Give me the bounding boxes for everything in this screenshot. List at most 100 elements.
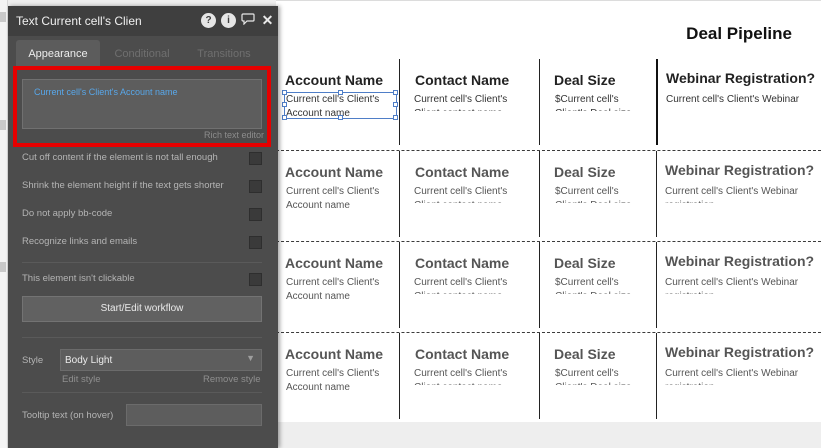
cell-text[interactable]: Current cell's Client's Webinar registra… [666,93,816,107]
resize-handle[interactable] [338,115,343,120]
column-header: Deal Size [554,255,616,271]
option-clickable-checkbox[interactable] [249,273,262,286]
style-value: Body Light [65,355,113,366]
editor-left-strip [0,0,8,448]
option-shrink-checkbox[interactable] [249,180,262,193]
cell-contact[interactable]: Contact Name Current cell's Client's Cli… [399,242,539,328]
resize-handle[interactable] [393,115,398,120]
cell-text[interactable]: Current cell's Client's Client contact n… [414,276,524,294]
cell-text[interactable]: Current cell's Client's Webinar registra… [665,367,815,385]
cell-account[interactable]: Account Name Current cell's Client's Acc… [276,242,399,328]
cell-webinar[interactable]: Webinar Registration? Current cell's Cli… [656,59,821,145]
cell-text[interactable]: Current cell's Client's Client contact n… [414,367,524,385]
tab-conditional[interactable]: Conditional [106,40,178,68]
column-header: Account Name [285,164,384,180]
cell-deal-size[interactable]: Deal Size $Current cell's Client's Deal … [539,151,656,237]
option-shrink-label: Shrink the element height if the text ge… [22,180,224,191]
tab-transitions[interactable]: Transitions [184,40,264,68]
cell-text[interactable]: Current cell's Client's Webinar registra… [665,185,815,203]
cell-webinar[interactable]: Webinar Registration? Current cell's Cli… [656,242,821,328]
column-header: Webinar Registration? [666,70,816,86]
cell-text[interactable]: Current cell's Client's Account name [286,276,396,304]
resize-handle[interactable] [393,90,398,95]
column-header: Deal Size [554,346,616,362]
column-header: Webinar Registration? [665,344,815,360]
repeating-group-row[interactable]: Account Name Current cell's Client's Acc… [276,59,821,149]
resize-handle[interactable] [393,102,398,107]
resize-handle[interactable] [338,90,343,95]
cell-contact[interactable]: Contact Name Current cell's Client's Cli… [399,59,539,145]
cell-text[interactable]: Current cell's Client's Account name [286,367,396,395]
editor-canvas: Deal Pipeline Account Name Current cell'… [276,0,821,448]
tooltip-input[interactable] [126,404,262,426]
repeating-group-row[interactable]: Account Name Current cell's Client's Acc… [276,332,821,422]
cell-text[interactable]: $Current cell's Client's Deal size [555,367,639,385]
column-header: Account Name [285,255,384,271]
style-dropdown[interactable]: Body Light ▼ [60,349,262,371]
close-icon[interactable]: ✕ [260,13,275,28]
property-editor-panel: Text Current cell's Clien ? i ✕ Appearan… [8,6,278,448]
divider [22,392,262,393]
help-icon[interactable]: ? [201,13,216,28]
divider [22,337,262,338]
start-edit-workflow-button[interactable]: Start/Edit workflow [22,296,262,322]
column-header: Webinar Registration? [665,162,815,178]
column-header: Deal Size [554,164,616,180]
panel-tabs: Appearance Conditional Transitions [8,40,278,68]
edit-style-link[interactable]: Edit style [62,374,101,385]
column-header: Contact Name [415,346,510,362]
cell-text[interactable]: Current cell's Client's Client contact n… [414,93,524,111]
comment-icon[interactable] [240,13,255,28]
cell-text[interactable]: Current cell's Client's Client contact n… [414,185,524,203]
cell-text[interactable]: Current cell's Client's Account name [286,185,396,213]
option-links-label: Recognize links and emails [22,236,138,247]
cell-deal-size[interactable]: Deal Size $Current cell's Client's Deal … [539,59,656,145]
cell-webinar[interactable]: Webinar Registration? Current cell's Cli… [656,333,821,419]
remove-style-link[interactable]: Remove style [203,374,261,385]
column-header: Deal Size [554,72,616,88]
option-clickable-label: This element isn't clickable [22,273,135,284]
tooltip-label: Tooltip text (on hover) [22,410,114,421]
option-cut-off-label: Cut off content if the element is not ta… [22,152,218,163]
repeating-group-row[interactable]: Account Name Current cell's Client's Acc… [276,150,821,240]
cell-account[interactable]: Account Name Current cell's Client's Acc… [276,333,399,419]
column-header: Contact Name [415,164,510,180]
cell-contact[interactable]: Contact Name Current cell's Client's Cli… [399,333,539,419]
cell-text[interactable]: $Current cell's Client's Deal size [555,276,639,294]
resize-handle[interactable] [282,115,287,120]
cell-text[interactable]: $Current cell's Client's Deal size [555,185,639,203]
cell-deal-size[interactable]: Deal Size $Current cell's Client's Deal … [539,333,656,419]
highlight-annotation [13,66,271,147]
style-label: Style [22,355,44,366]
option-cut-off-checkbox[interactable] [249,152,262,165]
cell-account[interactable]: Account Name Current cell's Client's Acc… [276,59,399,145]
option-bbcode-label: Do not apply bb-code [22,208,113,219]
resize-handle[interactable] [282,102,287,107]
panel-header[interactable]: Text Current cell's Clien ? i ✕ [8,6,278,36]
cell-webinar[interactable]: Webinar Registration? Current cell's Cli… [656,151,821,237]
column-header: Contact Name [415,255,510,271]
cell-contact[interactable]: Contact Name Current cell's Client's Cli… [399,151,539,237]
cell-account[interactable]: Account Name Current cell's Client's Acc… [276,151,399,237]
info-icon[interactable]: i [221,13,236,28]
cell-text[interactable]: $Current cell's Client's Deal size [555,93,639,111]
column-header: Account Name [285,72,384,88]
divider [22,262,262,263]
option-bbcode-checkbox[interactable] [249,208,262,221]
left-strip-mark [0,262,6,272]
resize-handle[interactable] [282,90,287,95]
cell-text[interactable]: Current cell's Client's Webinar registra… [665,276,815,294]
chevron-down-icon: ▼ [246,353,255,363]
cell-deal-size[interactable]: Deal Size $Current cell's Client's Deal … [539,242,656,328]
page-title[interactable]: Deal Pipeline [686,24,792,44]
column-header: Webinar Registration? [665,253,815,269]
column-header: Account Name [285,346,384,362]
page-canvas[interactable]: Deal Pipeline Account Name Current cell'… [276,0,821,422]
left-strip-mark [0,120,6,130]
panel-title: Text Current cell's Clien [16,14,142,28]
repeating-group-row[interactable]: Account Name Current cell's Client's Acc… [276,241,821,331]
column-header: Contact Name [415,72,510,88]
option-links-checkbox[interactable] [249,236,262,249]
left-strip-mark [0,12,6,22]
tab-appearance[interactable]: Appearance [16,40,100,68]
